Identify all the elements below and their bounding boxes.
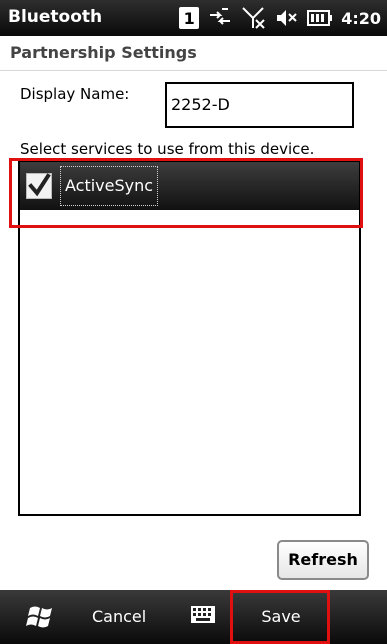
display-name-label: Display Name: — [20, 85, 130, 103]
service-label: ActiveSync — [60, 166, 159, 206]
volume-off-icon[interactable] — [275, 7, 299, 29]
softkey-bar: Cancel Save — [0, 590, 387, 644]
services-label: Select services to use from this device. — [20, 140, 315, 158]
windows-logo-icon[interactable] — [26, 602, 60, 632]
keyboard-icon[interactable] — [190, 604, 216, 626]
display-name-field[interactable]: 2252-D — [165, 82, 354, 128]
refresh-button[interactable]: Refresh — [277, 540, 369, 580]
clock[interactable]: 4:20 — [341, 9, 381, 28]
services-list: ActiveSync — [18, 160, 361, 516]
status-icons: 1 4:20 — [171, 5, 381, 31]
signal-off-icon[interactable] — [241, 6, 267, 30]
service-row-activesync[interactable]: ActiveSync — [20, 162, 359, 210]
checkmark-icon — [28, 173, 51, 197]
status-bar: Bluetooth 1 4:20 — [0, 0, 387, 36]
page-header: Partnership Settings — [0, 36, 387, 71]
notification-badge-icon[interactable]: 1 — [179, 7, 200, 29]
battery-icon[interactable] — [307, 9, 333, 27]
page-title: Partnership Settings — [10, 43, 197, 62]
data-connection-icon[interactable] — [207, 7, 233, 29]
cancel-button[interactable]: Cancel — [86, 600, 152, 634]
activesync-checkbox[interactable] — [26, 173, 52, 199]
app-name: Bluetooth — [8, 7, 103, 27]
save-button[interactable]: Save — [233, 590, 329, 644]
